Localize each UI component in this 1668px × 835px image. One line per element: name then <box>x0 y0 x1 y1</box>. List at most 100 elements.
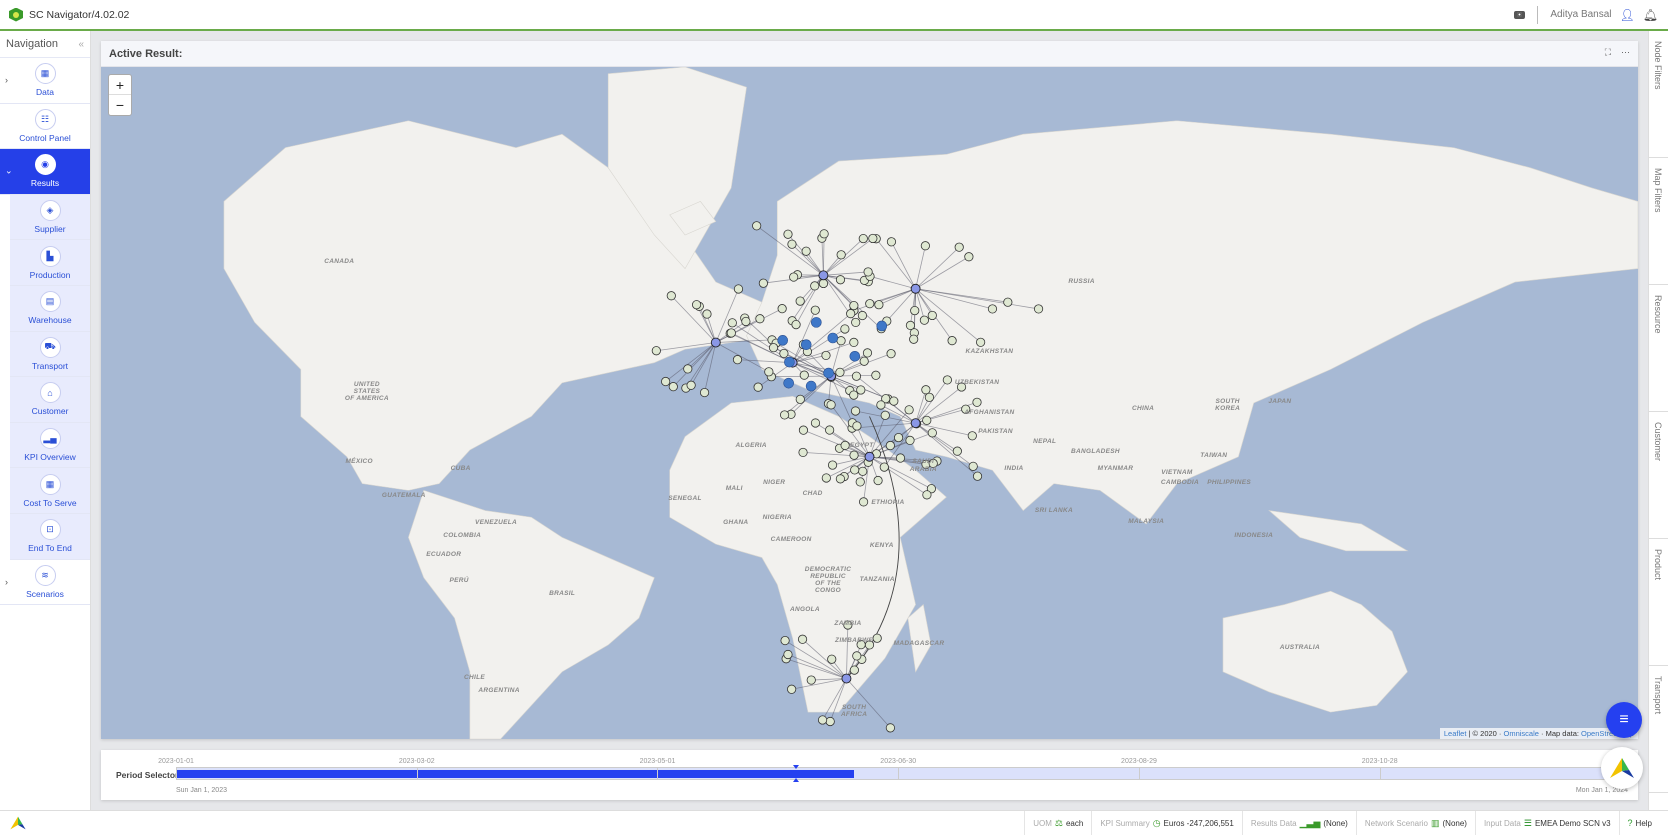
customer-node[interactable] <box>686 380 696 390</box>
customer-node[interactable] <box>910 305 920 316</box>
customer-node[interactable] <box>947 336 957 346</box>
customer-node[interactable] <box>921 385 931 395</box>
user-name[interactable]: Aditya Bansal <box>1550 9 1611 20</box>
customer-node[interactable] <box>858 466 868 476</box>
customer-node[interactable] <box>798 447 808 458</box>
status-item-kpi-summary[interactable]: KPI Summary ◷ Euros -247,206,551 <box>1091 811 1241 835</box>
customer-node[interactable] <box>851 371 862 381</box>
customer-node[interactable] <box>1003 297 1013 307</box>
camera-icon[interactable] <box>1514 10 1526 19</box>
customer-node[interactable] <box>954 242 964 252</box>
status-item-results-data[interactable]: Results Data ▁▃▅ (None) <box>1241 811 1356 835</box>
customer-node[interactable] <box>732 355 743 365</box>
network-map[interactable]: CANADA UNITED STATES OF AMERICA MÉXICO CUBA… <box>101 67 1638 739</box>
sidebar-item-data[interactable]: › ▦ Data <box>0 58 90 104</box>
customer-node[interactable] <box>846 309 856 319</box>
user-icon[interactable]: 👤︎ <box>1620 8 1635 22</box>
customer-node[interactable] <box>799 370 809 380</box>
customer-node[interactable] <box>905 435 915 445</box>
customer-node[interactable] <box>886 349 896 359</box>
customer-node[interactable] <box>795 394 805 404</box>
period-handle-top[interactable] <box>792 765 799 769</box>
customer-node[interactable] <box>780 635 790 646</box>
customer-node[interactable] <box>666 291 676 301</box>
warehouse-node[interactable] <box>784 356 795 368</box>
warehouse-node[interactable] <box>827 332 839 344</box>
customer-node[interactable] <box>880 410 890 420</box>
rail-tab-map-filters[interactable]: Map Filters <box>1649 158 1668 285</box>
facility-node[interactable] <box>710 337 721 348</box>
customer-node[interactable] <box>836 336 846 346</box>
status-value[interactable]: (None) <box>1323 819 1347 828</box>
chevron-icon[interactable]: › <box>5 577 8 587</box>
customer-node[interactable] <box>865 299 875 309</box>
period-selected-range[interactable] <box>176 770 855 778</box>
chevron-icon[interactable]: ⌄ <box>5 166 13 177</box>
customer-node[interactable] <box>859 356 869 366</box>
customer-node[interactable] <box>922 490 932 500</box>
customer-node[interactable] <box>826 400 836 410</box>
customer-node[interactable] <box>819 229 829 239</box>
customer-node[interactable] <box>818 278 829 289</box>
customer-node[interactable] <box>726 328 736 338</box>
customer-node[interactable] <box>821 350 831 361</box>
warehouse-node[interactable] <box>805 380 817 392</box>
customer-node[interactable] <box>885 723 895 733</box>
customer-node[interactable] <box>850 465 860 475</box>
customer-node[interactable] <box>758 278 768 288</box>
customer-node[interactable] <box>858 233 868 244</box>
customer-node[interactable] <box>752 221 762 231</box>
customer-node[interactable] <box>879 462 889 472</box>
customer-node[interactable] <box>835 474 845 484</box>
customer-node[interactable] <box>836 250 846 260</box>
customer-node[interactable] <box>972 471 983 481</box>
customer-node[interactable] <box>827 460 838 470</box>
customer-node[interactable] <box>922 415 932 425</box>
customer-node[interactable] <box>1033 304 1044 314</box>
warehouse-node[interactable] <box>800 339 812 350</box>
customer-node[interactable] <box>825 425 835 435</box>
status-item-help[interactable]: ? Help <box>1618 811 1660 835</box>
sidebar-item-supplier[interactable]: ◈ Supplier <box>10 194 90 241</box>
customer-node[interactable] <box>699 387 710 398</box>
chevron-icon[interactable]: › <box>5 75 8 85</box>
sidebar-item-transport[interactable]: ⛟ Transport <box>10 331 90 378</box>
period-handle-bottom[interactable] <box>792 778 799 782</box>
customer-node[interactable] <box>779 410 790 420</box>
customer-node[interactable] <box>768 343 779 353</box>
sidebar-item-production[interactable]: ▙ Production <box>10 240 90 286</box>
sidebar-item-scenarios[interactable]: › ≋ Scenarios <box>0 560 90 606</box>
customer-node[interactable] <box>668 382 678 392</box>
warehouse-node[interactable] <box>777 335 788 346</box>
facility-node[interactable] <box>818 270 829 281</box>
customer-node[interactable] <box>964 252 974 262</box>
facility-node[interactable] <box>910 418 921 429</box>
sidebar-item-customer[interactable]: ⌂ Customer <box>10 377 90 423</box>
customer-node[interactable] <box>795 296 805 306</box>
sidebar-item-control-panel[interactable]: ☷ Control Panel <box>0 104 90 150</box>
customer-node[interactable] <box>889 396 899 406</box>
customer-node[interactable] <box>972 397 982 407</box>
customer-node[interactable] <box>849 390 859 400</box>
facility-node[interactable] <box>910 283 921 294</box>
customer-node[interactable] <box>789 272 799 282</box>
sidebar-item-kpi-overview[interactable]: ▂▄ KPI Overview <box>10 422 90 469</box>
warehouse-node[interactable] <box>783 377 794 389</box>
customer-node[interactable] <box>787 239 797 249</box>
customer-node[interactable] <box>733 284 744 294</box>
customer-node[interactable] <box>885 440 895 451</box>
customer-node[interactable] <box>873 475 883 486</box>
brand-launcher-button[interactable] <box>1601 747 1643 789</box>
customer-node[interactable] <box>852 651 862 661</box>
customer-node[interactable] <box>857 310 868 321</box>
status-item-input-data[interactable]: Input Data ☰ EMEA Demo SCN v3 <box>1474 811 1619 835</box>
customer-node[interactable] <box>927 310 937 321</box>
customer-node[interactable] <box>691 300 702 310</box>
customer-node[interactable] <box>755 314 765 324</box>
customer-node[interactable] <box>810 418 821 428</box>
customer-node[interactable] <box>893 432 904 443</box>
customer-node[interactable] <box>952 446 962 456</box>
customer-node[interactable] <box>924 392 935 402</box>
customer-node[interactable] <box>849 665 859 675</box>
customer-node[interactable] <box>835 275 846 285</box>
